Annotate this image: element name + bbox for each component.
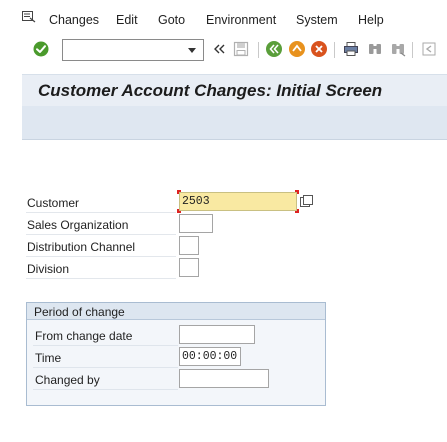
group-title: Period of change <box>27 303 325 320</box>
division-field[interactable] <box>179 258 199 277</box>
from-date-field[interactable] <box>179 325 255 344</box>
dist-channel-input[interactable] <box>180 237 198 254</box>
focus-corner <box>177 209 181 213</box>
from-date-label: From change date <box>35 329 133 343</box>
row-divider <box>33 367 178 368</box>
customer-label: Customer <box>27 196 80 210</box>
row-divider <box>26 278 176 279</box>
title-bar: Customer Account Changes: Initial Screen <box>22 74 447 106</box>
toolbar-separator <box>258 42 259 58</box>
focus-corner <box>295 209 299 213</box>
customer-input[interactable] <box>180 193 296 210</box>
row-divider <box>26 234 176 235</box>
first-page-icon[interactable] <box>420 40 438 58</box>
dist-channel-field[interactable] <box>179 236 199 255</box>
standard-toolbar <box>0 35 447 65</box>
application-toolbar <box>22 106 447 140</box>
menu-environment[interactable]: Environment <box>206 13 276 27</box>
sales-org-label: Sales Organization <box>27 218 129 232</box>
save-icon[interactable] <box>232 40 250 58</box>
print-icon[interactable] <box>342 40 360 58</box>
double-left-icon[interactable] <box>210 40 228 58</box>
back-icon[interactable] <box>265 40 283 58</box>
toolbar-separator <box>334 42 335 58</box>
row-divider <box>26 256 176 257</box>
command-field[interactable] <box>62 39 204 61</box>
changed-by-field[interactable] <box>179 369 269 388</box>
menu-goto[interactable]: Goto <box>158 13 185 27</box>
sales-org-input[interactable] <box>180 215 212 232</box>
toolbar-separator <box>412 42 413 58</box>
row-divider <box>26 212 176 213</box>
cancel-icon[interactable] <box>310 40 328 58</box>
from-date-input[interactable] <box>180 326 254 343</box>
enter-icon[interactable] <box>33 41 49 57</box>
sales-org-field[interactable] <box>179 214 213 233</box>
row-divider <box>33 389 178 390</box>
menu-bar: Changes Edit Goto Environment System Hel… <box>0 0 447 34</box>
customer-field[interactable] <box>179 192 297 211</box>
time-field[interactable] <box>179 347 241 366</box>
selection-screen: Customer Sales Organization Distribution… <box>22 140 447 442</box>
time-input[interactable] <box>180 348 240 365</box>
row-divider <box>33 345 178 346</box>
menu-edit[interactable]: Edit <box>116 13 138 27</box>
find-next-icon[interactable] <box>389 40 407 58</box>
division-input[interactable] <box>180 259 198 276</box>
find-icon[interactable] <box>366 40 384 58</box>
menu-system[interactable]: System <box>296 13 338 27</box>
menu-changes[interactable]: Changes <box>49 13 99 27</box>
time-label: Time <box>35 351 62 365</box>
changed-by-label: Changed by <box>35 373 100 387</box>
period-of-change-group: Period of change From change date Time C… <box>26 302 326 406</box>
changed-by-input[interactable] <box>180 370 268 387</box>
chevron-down-icon[interactable] <box>183 40 201 60</box>
menu-help[interactable]: Help <box>358 13 384 27</box>
menu-icon[interactable] <box>22 11 36 23</box>
command-input[interactable] <box>63 40 183 60</box>
dist-channel-label: Distribution Channel <box>27 240 136 254</box>
page-title: Customer Account Changes: Initial Screen <box>38 81 383 100</box>
exit-icon[interactable] <box>288 40 306 58</box>
value-help-icon[interactable] <box>299 194 314 209</box>
division-label: Division <box>27 262 70 276</box>
focus-corner <box>177 190 181 194</box>
